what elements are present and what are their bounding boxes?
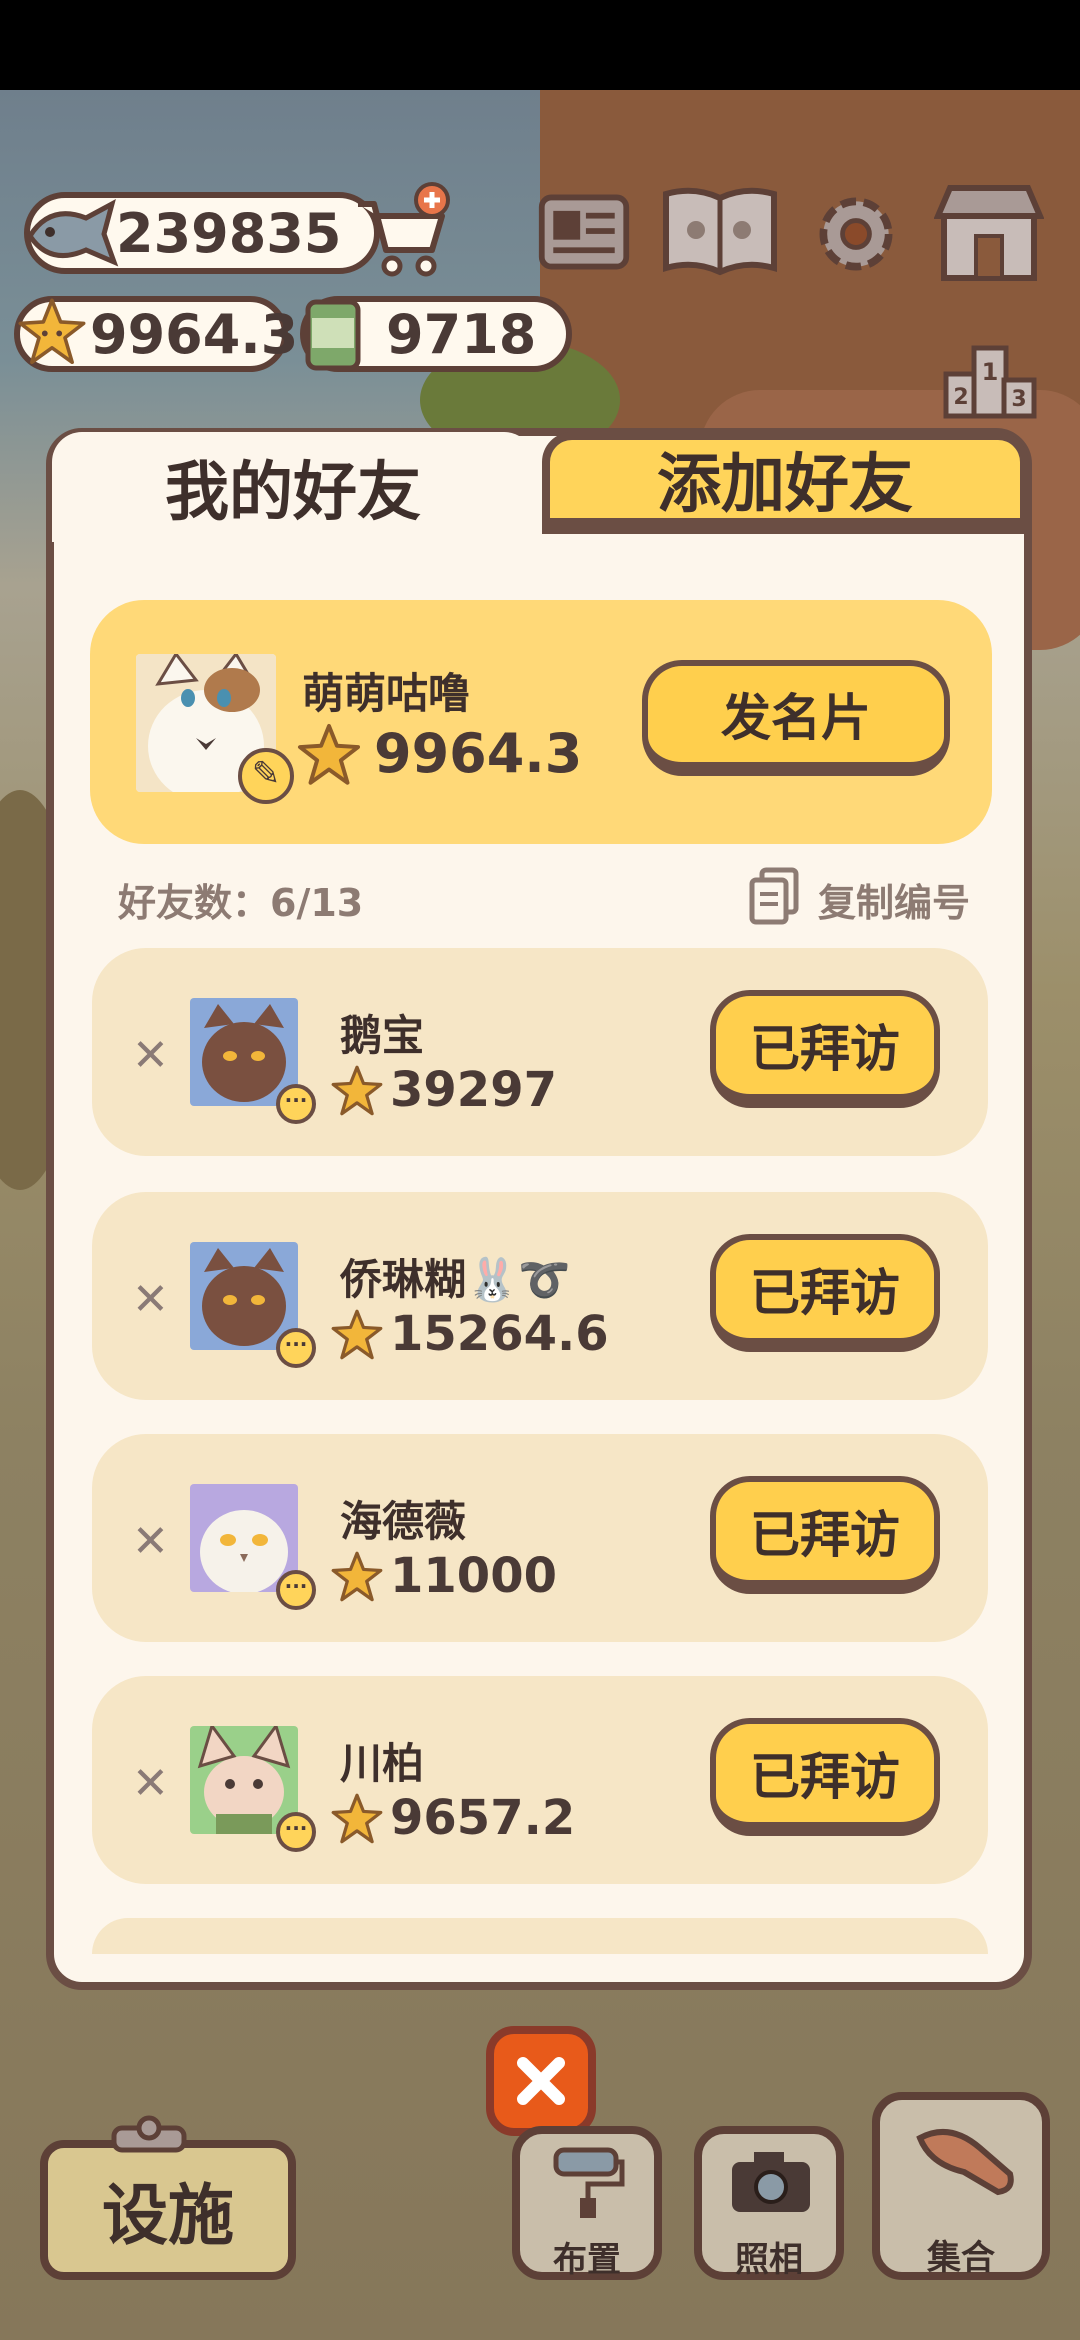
more-icon[interactable]: ··· — [276, 1328, 316, 1368]
edit-brush-icon[interactable]: ✎ — [238, 748, 294, 804]
star-icon — [331, 1309, 383, 1360]
photo-button[interactable]: 照相 — [694, 2126, 844, 2280]
shop-icon[interactable] — [934, 180, 1044, 284]
gather-button[interactable]: 集合 — [872, 2092, 1050, 2280]
remove-friend-icon[interactable]: ✕ — [132, 1274, 169, 1325]
my-score: 9964.3 — [374, 722, 583, 785]
friend-score: 15264.6 — [390, 1306, 609, 1362]
can-amount: 9718 — [386, 302, 537, 366]
svg-text:2: 2 — [953, 385, 968, 410]
cart-plus-icon[interactable] — [352, 182, 452, 282]
camera-icon — [732, 2152, 810, 2212]
friend-count: 好友数：6/13 — [118, 881, 364, 925]
friend-score: 11000 — [390, 1548, 557, 1604]
close-icon — [517, 2057, 565, 2105]
can-icon — [305, 299, 361, 371]
send-card-button[interactable]: 发名片 — [642, 660, 950, 776]
tab-my-friends[interactable]: 我的好友 — [52, 432, 534, 542]
star-icon — [331, 1065, 383, 1116]
remove-friend-icon[interactable]: ✕ — [132, 1758, 169, 1809]
clipboard-icon — [111, 2115, 187, 2153]
status-bar — [0, 0, 1080, 90]
friend-name: 侨琳糊🐰➰ — [340, 1255, 571, 1304]
star-icon — [297, 723, 361, 785]
facility-button[interactable]: 设施 — [40, 2140, 296, 2280]
visited-button[interactable]: 已拜访 — [710, 1476, 940, 1594]
facility-label: 设施 — [102, 2177, 234, 2254]
arrange-label: 布置 — [553, 2240, 621, 2280]
visited-button[interactable]: 已拜访 — [710, 990, 940, 1108]
gather-label: 集合 — [927, 2238, 995, 2278]
podium-icon[interactable]: 1 2 3 — [942, 340, 1038, 420]
more-icon[interactable]: ··· — [276, 1084, 316, 1124]
profile-card-icon[interactable] — [536, 184, 632, 280]
friend-name: 川柏 — [340, 1739, 425, 1788]
roller-icon — [553, 2147, 625, 2218]
friend-score: 39297 — [390, 1062, 557, 1118]
friend-score: 9657.2 — [390, 1790, 576, 1846]
friend-row-partial — [92, 1918, 988, 1954]
visited-button[interactable]: 已拜访 — [710, 1718, 940, 1836]
svg-text:1: 1 — [982, 358, 999, 386]
friend-name: 海德薇 — [340, 1497, 467, 1546]
close-button[interactable] — [486, 2026, 596, 2136]
copy-icon[interactable] — [748, 866, 802, 926]
star-icon — [18, 298, 86, 365]
more-icon[interactable]: ··· — [276, 1570, 316, 1610]
my-name: 萌萌咕噜 — [302, 669, 471, 718]
more-icon[interactable]: ··· — [276, 1812, 316, 1852]
fish-icon — [27, 199, 119, 267]
remove-friend-icon[interactable]: ✕ — [132, 1516, 169, 1567]
arrange-button[interactable]: 布置 — [512, 2126, 662, 2280]
star-amount: 9964.3 — [90, 302, 299, 366]
fish-amount: 239835 — [116, 201, 342, 265]
copy-id-button[interactable]: 复制编号 — [818, 872, 970, 927]
remove-friend-icon[interactable]: ✕ — [132, 1030, 169, 1081]
friend-name: 鹅宝 — [340, 1011, 425, 1060]
whistle-icon — [916, 2129, 1014, 2196]
photo-label: 照相 — [735, 2240, 803, 2280]
gear-icon[interactable] — [808, 186, 904, 282]
tab-add-friend[interactable]: 添加好友 — [542, 432, 1028, 534]
svg-text:3: 3 — [1011, 387, 1026, 412]
star-icon — [331, 1551, 383, 1602]
paw-book-icon[interactable] — [660, 180, 780, 284]
star-icon — [331, 1793, 383, 1844]
visited-button[interactable]: 已拜访 — [710, 1234, 940, 1352]
